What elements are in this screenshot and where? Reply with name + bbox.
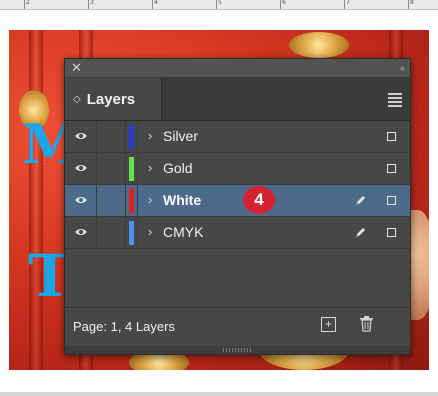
ruler-tick bbox=[152, 0, 153, 9]
ruler-number: 8 bbox=[410, 0, 414, 6]
layer-row-cmyk[interactable]: › CMYK bbox=[65, 217, 410, 249]
layer-color-swatch bbox=[129, 221, 134, 245]
panel-tab-bar: ◇ Layers bbox=[65, 78, 410, 121]
layer-row-white[interactable]: › White 4 bbox=[65, 185, 410, 217]
close-icon[interactable]: ✕ bbox=[71, 60, 82, 76]
pen-icon bbox=[354, 194, 367, 207]
layers-panel[interactable]: ✕ ‹‹ ◇ Layers › Silver › Gold › White 4 … bbox=[64, 58, 411, 355]
layer-color-swatch bbox=[129, 157, 134, 181]
layer-name[interactable]: Gold bbox=[163, 160, 193, 176]
visibility-eye-icon[interactable] bbox=[74, 195, 88, 205]
document-bottom-area bbox=[0, 370, 438, 396]
tab-layers[interactable]: ◇ Layers bbox=[65, 78, 162, 120]
horizontal-ruler[interactable]: 2 3 4 5 6 7 8 bbox=[0, 0, 438, 10]
visibility-eye-icon[interactable] bbox=[74, 163, 88, 173]
ruler-number: 4 bbox=[154, 0, 158, 6]
layer-row-silver[interactable]: › Silver bbox=[65, 121, 410, 153]
layer-color-swatch bbox=[129, 189, 134, 213]
ruler-tick bbox=[344, 0, 345, 9]
status-strip bbox=[0, 392, 438, 396]
layer-name[interactable]: Silver bbox=[163, 128, 198, 144]
ruler-number: 7 bbox=[346, 0, 350, 6]
layer-select-square[interactable] bbox=[387, 196, 396, 205]
ruler-tick bbox=[408, 0, 409, 9]
page-layers-status: Page: 1, 4 Layers bbox=[73, 319, 175, 334]
resize-grip-handle[interactable] bbox=[223, 348, 253, 352]
tab-label: Layers bbox=[86, 90, 136, 108]
ruler-tick bbox=[24, 0, 25, 9]
layer-select-square[interactable] bbox=[387, 164, 396, 173]
layer-select-square[interactable] bbox=[387, 228, 396, 237]
expand-chevron-icon[interactable]: › bbox=[148, 224, 152, 239]
curtain-fold bbox=[29, 30, 43, 370]
new-layer-icon[interactable]: + bbox=[321, 317, 336, 332]
expand-chevron-icon[interactable]: › bbox=[148, 192, 152, 207]
ruler-number: 5 bbox=[218, 0, 222, 6]
layer-select-square[interactable] bbox=[387, 132, 396, 141]
ruler-number: 2 bbox=[26, 0, 30, 6]
up-down-arrows-icon: ◇ bbox=[73, 93, 81, 105]
trash-icon[interactable] bbox=[359, 316, 374, 332]
layer-color-swatch bbox=[129, 125, 134, 149]
gold-ornament bbox=[289, 32, 349, 58]
expand-chevron-icon[interactable]: › bbox=[148, 128, 152, 143]
step-callout-badge: 4 bbox=[243, 186, 275, 214]
layers-list: › Silver › Gold › White 4 › CMYK bbox=[65, 121, 410, 306]
visibility-eye-icon[interactable] bbox=[74, 131, 88, 141]
layer-name[interactable]: CMYK bbox=[163, 224, 203, 240]
panel-menu-icon[interactable] bbox=[388, 93, 402, 109]
ruler-tick bbox=[216, 0, 217, 9]
collapse-panel-icon[interactable]: ‹‹ bbox=[400, 61, 405, 75]
layer-row-gold[interactable]: › Gold bbox=[65, 153, 410, 185]
panel-footer: Page: 1, 4 Layers + bbox=[65, 307, 410, 347]
ruler-number: 6 bbox=[282, 0, 286, 6]
layer-name[interactable]: White bbox=[163, 192, 201, 208]
ruler-tick bbox=[280, 0, 281, 9]
expand-chevron-icon[interactable]: › bbox=[148, 160, 152, 175]
pen-icon bbox=[354, 226, 367, 239]
panel-resize-bar bbox=[65, 346, 410, 354]
ruler-tick bbox=[88, 0, 89, 9]
visibility-eye-icon[interactable] bbox=[74, 227, 88, 237]
panel-title-bar[interactable]: ✕ ‹‹ bbox=[65, 59, 410, 78]
ruler-number: 3 bbox=[90, 0, 94, 6]
